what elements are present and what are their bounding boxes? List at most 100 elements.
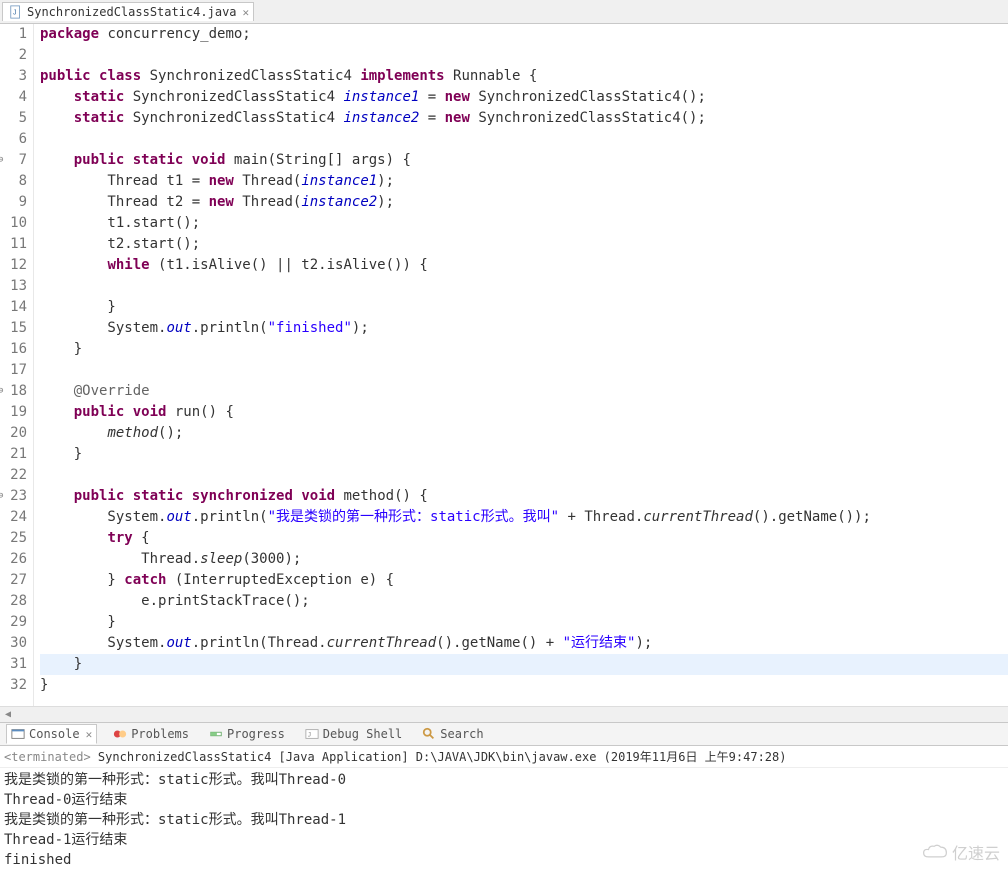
code-line[interactable]: } (40, 297, 1008, 318)
tab-console[interactable]: Console ✕ (6, 724, 97, 744)
line-number: ⊖18 (0, 381, 27, 402)
console-line: 我是类锁的第一种形式：static形式。我叫Thread-1 (4, 810, 1004, 830)
code-line[interactable]: Thread.sleep(3000); (40, 549, 1008, 570)
code-line[interactable] (40, 276, 1008, 297)
tab-debug-shell-label: Debug Shell (323, 727, 402, 741)
console-icon (11, 727, 25, 741)
editor-tabbar: J SynchronizedClassStatic4.java ✕ (0, 0, 1008, 24)
code-line[interactable]: public static void main(String[] args) { (40, 150, 1008, 171)
code-area[interactable]: package concurrency_demo;public class Sy… (34, 24, 1008, 706)
svg-text:J: J (307, 732, 311, 739)
code-line[interactable]: } catch (InterruptedException e) { (40, 570, 1008, 591)
code-line[interactable]: System.out.println("finished"); (40, 318, 1008, 339)
tab-problems-label: Problems (131, 727, 189, 741)
code-line[interactable]: @Override (40, 381, 1008, 402)
tab-search[interactable]: Search (418, 725, 487, 743)
line-number: 25 (0, 528, 27, 549)
code-line[interactable] (40, 360, 1008, 381)
line-number: 8 (0, 171, 27, 192)
tab-progress-label: Progress (227, 727, 285, 741)
line-number: 17 (0, 360, 27, 381)
line-number: 27 (0, 570, 27, 591)
tab-debug-shell[interactable]: J Debug Shell (301, 725, 406, 743)
line-number: 15 (0, 318, 27, 339)
console-line: 我是类锁的第一种形式：static形式。我叫Thread-0 (4, 770, 1004, 790)
line-number: 31 (0, 654, 27, 675)
line-number: ⊖23 (0, 486, 27, 507)
console-header: <terminated> SynchronizedClassStatic4 [J… (0, 746, 1008, 768)
code-line[interactable]: public static synchronized void method()… (40, 486, 1008, 507)
scroll-left-icon[interactable]: ◀ (0, 709, 16, 720)
svg-text:J: J (13, 10, 17, 17)
line-number: 9 (0, 192, 27, 213)
code-line[interactable]: Thread t2 = new Thread(instance2); (40, 192, 1008, 213)
console-output[interactable]: 我是类锁的第一种形式：static形式。我叫Thread-0Thread-0运行… (0, 768, 1008, 872)
line-number: 3 (0, 66, 27, 87)
problems-icon (113, 727, 127, 741)
line-number: 13 (0, 276, 27, 297)
code-line[interactable]: System.out.println("我是类锁的第一种形式：static形式。… (40, 507, 1008, 528)
code-line[interactable]: } (40, 339, 1008, 360)
code-line[interactable]: static SynchronizedClassStatic4 instance… (40, 87, 1008, 108)
code-line[interactable]: try { (40, 528, 1008, 549)
line-number: 28 (0, 591, 27, 612)
close-console-icon[interactable]: ✕ (86, 728, 93, 741)
progress-icon (209, 727, 223, 741)
search-icon (422, 727, 436, 741)
code-line[interactable]: t2.start(); (40, 234, 1008, 255)
line-number: 20 (0, 423, 27, 444)
file-tab-label: SynchronizedClassStatic4.java (27, 5, 237, 19)
console-line: Thread-0运行结束 (4, 790, 1004, 810)
line-number: 24 (0, 507, 27, 528)
line-number: 4 (0, 87, 27, 108)
code-line[interactable] (40, 45, 1008, 66)
code-line[interactable]: while (t1.isAlive() || t2.isAlive()) { (40, 255, 1008, 276)
code-line[interactable] (40, 465, 1008, 486)
code-line[interactable]: static SynchronizedClassStatic4 instance… (40, 108, 1008, 129)
file-tab[interactable]: J SynchronizedClassStatic4.java ✕ (2, 2, 254, 21)
line-number: 11 (0, 234, 27, 255)
code-line[interactable]: } (40, 612, 1008, 633)
debug-shell-icon: J (305, 727, 319, 741)
code-line[interactable]: } (40, 654, 1008, 675)
code-line[interactable]: } (40, 675, 1008, 696)
terminated-label: <terminated> (4, 750, 91, 764)
line-number: 21 (0, 444, 27, 465)
line-number: 29 (0, 612, 27, 633)
code-line[interactable]: Thread t1 = new Thread(instance1); (40, 171, 1008, 192)
close-tab-icon[interactable]: ✕ (243, 6, 250, 19)
console-launch-label: SynchronizedClassStatic4 [Java Applicati… (91, 750, 787, 764)
line-gutter: 123456⊖7891011121314151617⊖18△19202122⊖2… (0, 24, 34, 706)
tab-progress[interactable]: Progress (205, 725, 289, 743)
code-line[interactable]: package concurrency_demo; (40, 24, 1008, 45)
tab-search-label: Search (440, 727, 483, 741)
code-line[interactable]: public void run() { (40, 402, 1008, 423)
line-number: 30 (0, 633, 27, 654)
code-line[interactable]: method(); (40, 423, 1008, 444)
line-number: 5 (0, 108, 27, 129)
bottom-panel-tabs: Console ✕ Problems Progress J Debug Shel… (0, 722, 1008, 746)
line-number: 10 (0, 213, 27, 234)
fold-icon[interactable]: ⊖ (0, 150, 3, 171)
fold-icon[interactable]: ⊖ (0, 381, 3, 402)
line-number: △19 (0, 402, 27, 423)
code-line[interactable]: } (40, 444, 1008, 465)
fold-icon[interactable]: ⊖ (0, 486, 3, 507)
line-number: 6 (0, 129, 27, 150)
code-line[interactable]: System.out.println(Thread.currentThread(… (40, 633, 1008, 654)
code-line[interactable]: e.printStackTrace(); (40, 591, 1008, 612)
console-line: finished (4, 850, 1004, 870)
line-number: 14 (0, 297, 27, 318)
tab-console-label: Console (29, 727, 80, 741)
line-number: 2 (0, 45, 27, 66)
horizontal-scrollbar[interactable]: ◀ (0, 706, 1008, 722)
console-line: Thread-1运行结束 (4, 830, 1004, 850)
tab-problems[interactable]: Problems (109, 725, 193, 743)
code-line[interactable]: public class SynchronizedClassStatic4 im… (40, 66, 1008, 87)
code-editor[interactable]: 123456⊖7891011121314151617⊖18△19202122⊖2… (0, 24, 1008, 706)
line-number: 1 (0, 24, 27, 45)
code-line[interactable] (40, 129, 1008, 150)
code-line[interactable]: t1.start(); (40, 213, 1008, 234)
java-file-icon: J (9, 5, 23, 19)
line-number: 26 (0, 549, 27, 570)
